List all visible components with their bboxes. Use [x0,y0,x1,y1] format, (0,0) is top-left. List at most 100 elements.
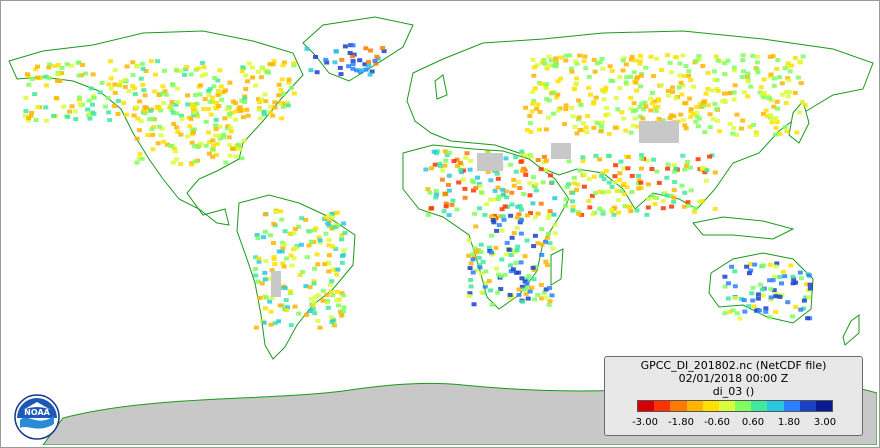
drought-cell [473,224,479,229]
drought-cell [763,306,769,311]
drought-cell [686,73,691,78]
drought-cell [156,124,162,129]
drought-cell [460,177,466,182]
drought-cell [609,208,615,212]
drought-cell [149,127,155,132]
drought-cell [750,298,756,303]
drought-cell [341,221,347,226]
drought-cell [727,121,733,126]
drought-cell [278,87,284,92]
drought-cell [519,276,525,281]
drought-cell [256,107,262,112]
drought-cell [543,86,549,91]
drought-cell [552,196,558,201]
drought-cell [680,118,686,123]
drought-cell [532,233,538,238]
drought-cell [620,68,626,73]
drought-cell [616,210,621,215]
drought-cell [533,188,539,193]
drought-cell [262,277,268,282]
drought-cell [314,70,320,75]
drought-cell [614,188,620,193]
drought-cell [518,231,524,236]
drought-cell [707,125,713,130]
drought-cell [671,195,677,200]
drought-cell [748,84,754,89]
drought-cell [654,56,660,61]
drought-cell [198,83,204,88]
drought-cell [122,77,128,82]
drought-cell [696,116,702,121]
drought-cell [473,186,479,191]
drought-cell [629,54,635,59]
drought-cell [686,69,692,74]
legend-file-title: GPCC_DI_201802.nc (NetCDF file) [640,359,827,372]
drought-cell [530,101,536,106]
drought-cell [87,116,93,121]
drought-cell [548,173,553,178]
drought-cell [132,86,137,91]
drought-cell [440,168,446,173]
drought-cell [478,250,484,254]
drought-cell [523,172,529,177]
drought-cell [706,103,712,108]
drought-cell [65,114,71,119]
drought-cell [207,99,213,104]
drought-cell [330,244,336,249]
drought-cell [91,95,97,100]
drought-cell [54,79,60,83]
drought-cell [524,281,530,286]
drought-cell [99,80,105,85]
drought-cell [124,112,129,117]
drought-cell [462,195,468,200]
drought-cell [563,103,569,108]
drought-cell [790,274,796,279]
drought-cell [44,83,49,88]
drought-cell [779,281,784,286]
drought-cell [320,298,326,303]
drought-cell [86,98,92,103]
drought-cell [427,190,433,195]
drought-cell [262,229,268,234]
drought-cell [107,59,113,64]
drought-cell [286,77,292,82]
drought-cell [591,174,597,179]
drought-cell [203,143,209,148]
drought-cell [209,95,215,100]
drought-cell [469,178,475,183]
drought-cell [30,76,35,81]
drought-cell [634,88,640,93]
drought-cell [59,66,65,70]
drought-cell [466,294,472,298]
drought-cell [720,99,726,104]
drought-cell [285,103,291,108]
drought-cell [648,54,654,59]
drought-cell [341,305,347,310]
drought-cell [547,299,553,304]
drought-cell [628,75,634,79]
drought-cell [470,270,476,275]
drought-cell [139,61,145,66]
drought-cell [682,123,688,128]
drought-cell [431,149,437,154]
drought-cell [673,96,679,101]
drought-cell [437,161,443,166]
drought-cell [308,68,314,73]
drought-cell [695,124,701,129]
drought-cell [712,77,718,82]
drought-cell [517,204,523,209]
drought-cell [773,294,779,299]
drought-cell [323,231,329,236]
drought-cell [311,300,317,305]
drought-cell [337,65,343,70]
drought-cell [591,99,597,104]
legend-date: 02/01/2018 00:00 Z [678,372,789,385]
drought-cell [326,269,332,274]
drought-cell [692,206,698,211]
drought-cell [799,276,804,281]
drought-cell [600,120,605,125]
drought-cell [569,69,575,74]
drought-cell [679,92,685,97]
drought-cell [188,72,194,77]
drought-cell [132,92,138,97]
